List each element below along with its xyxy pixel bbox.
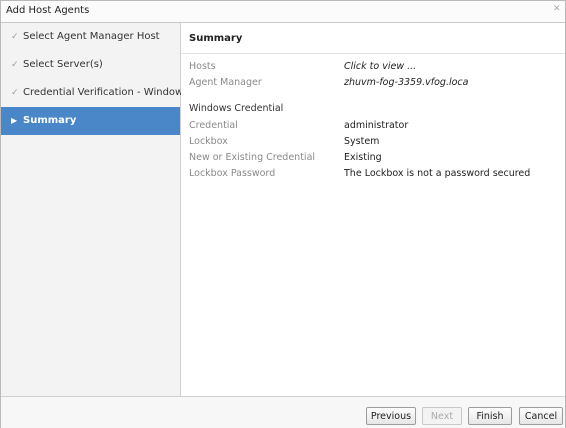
step-label: Select Agent Manager Host — [23, 31, 160, 42]
row-key: Lockbox Password — [189, 168, 276, 179]
row-value: zhuvm-fog-3359.vfog.loca — [344, 77, 469, 88]
step-label: Summary — [23, 115, 77, 126]
check-icon: ✓ — [11, 88, 19, 98]
summary-row-hosts: Hosts Click to view ... — [189, 61, 559, 74]
step-summary[interactable]: ▶ Summary — [1, 107, 180, 135]
row-key: Hosts — [189, 61, 216, 72]
summary-row-credential: Credential administrator — [189, 120, 559, 133]
previous-button[interactable]: Previous — [366, 407, 416, 425]
step-select-servers[interactable]: ✓ Select Server(s) — [1, 51, 180, 79]
title-bar: Add Host Agents ✕ — [1, 1, 565, 23]
step-select-agent-manager-host[interactable]: ✓ Select Agent Manager Host — [1, 23, 180, 51]
row-key: New or Existing Credential — [189, 152, 316, 163]
hosts-view-link[interactable]: Click to view ... — [344, 61, 416, 72]
wizard-steps-sidebar: ✓ Select Agent Manager Host ✓ Select Ser… — [1, 23, 188, 396]
row-value: Existing — [344, 152, 382, 163]
summary-row-lockbox-password: Lockbox Password The Lockbox is not a pa… — [189, 168, 559, 181]
check-icon: ✓ — [11, 60, 19, 70]
step-label: Credential Verification - Windows — [23, 87, 189, 98]
step-credential-verification-windows[interactable]: ✓ Credential Verification - Windows — [1, 79, 188, 107]
row-key: Lockbox — [189, 136, 228, 147]
summary-row-lockbox: Lockbox System — [189, 136, 559, 149]
panel-header: Summary — [181, 23, 565, 54]
dialog-footer: Previous Next Finish Cancel — [1, 396, 565, 428]
next-button[interactable]: Next — [422, 407, 462, 425]
row-value: System — [344, 136, 380, 147]
check-icon: ✓ — [11, 32, 19, 42]
row-value: administrator — [344, 120, 409, 131]
summary-row-agent-manager: Agent Manager zhuvm-fog-3359.vfog.loca — [189, 77, 559, 90]
summary-row-new-or-existing-credential: New or Existing Credential Existing — [189, 152, 559, 165]
dialog-title: Add Host Agents — [6, 5, 90, 16]
step-label: Select Server(s) — [23, 59, 103, 70]
close-icon[interactable]: ✕ — [553, 4, 563, 16]
add-host-agents-dialog: Add Host Agents ✕ ✓ Select Agent Manager… — [0, 0, 566, 428]
arrow-right-icon: ▶ — [11, 116, 18, 125]
row-key: Agent Manager — [189, 77, 262, 88]
row-key: Credential — [189, 120, 238, 131]
row-value: The Lockbox is not a password secured — [344, 168, 531, 179]
section-title-windows-credential: Windows Credential — [189, 103, 284, 114]
panel-title: Summary — [189, 33, 243, 44]
cancel-button[interactable]: Cancel — [519, 407, 563, 425]
summary-panel: Summary Hosts Click to view ... Agent Ma… — [181, 23, 565, 396]
finish-button[interactable]: Finish — [468, 407, 512, 425]
